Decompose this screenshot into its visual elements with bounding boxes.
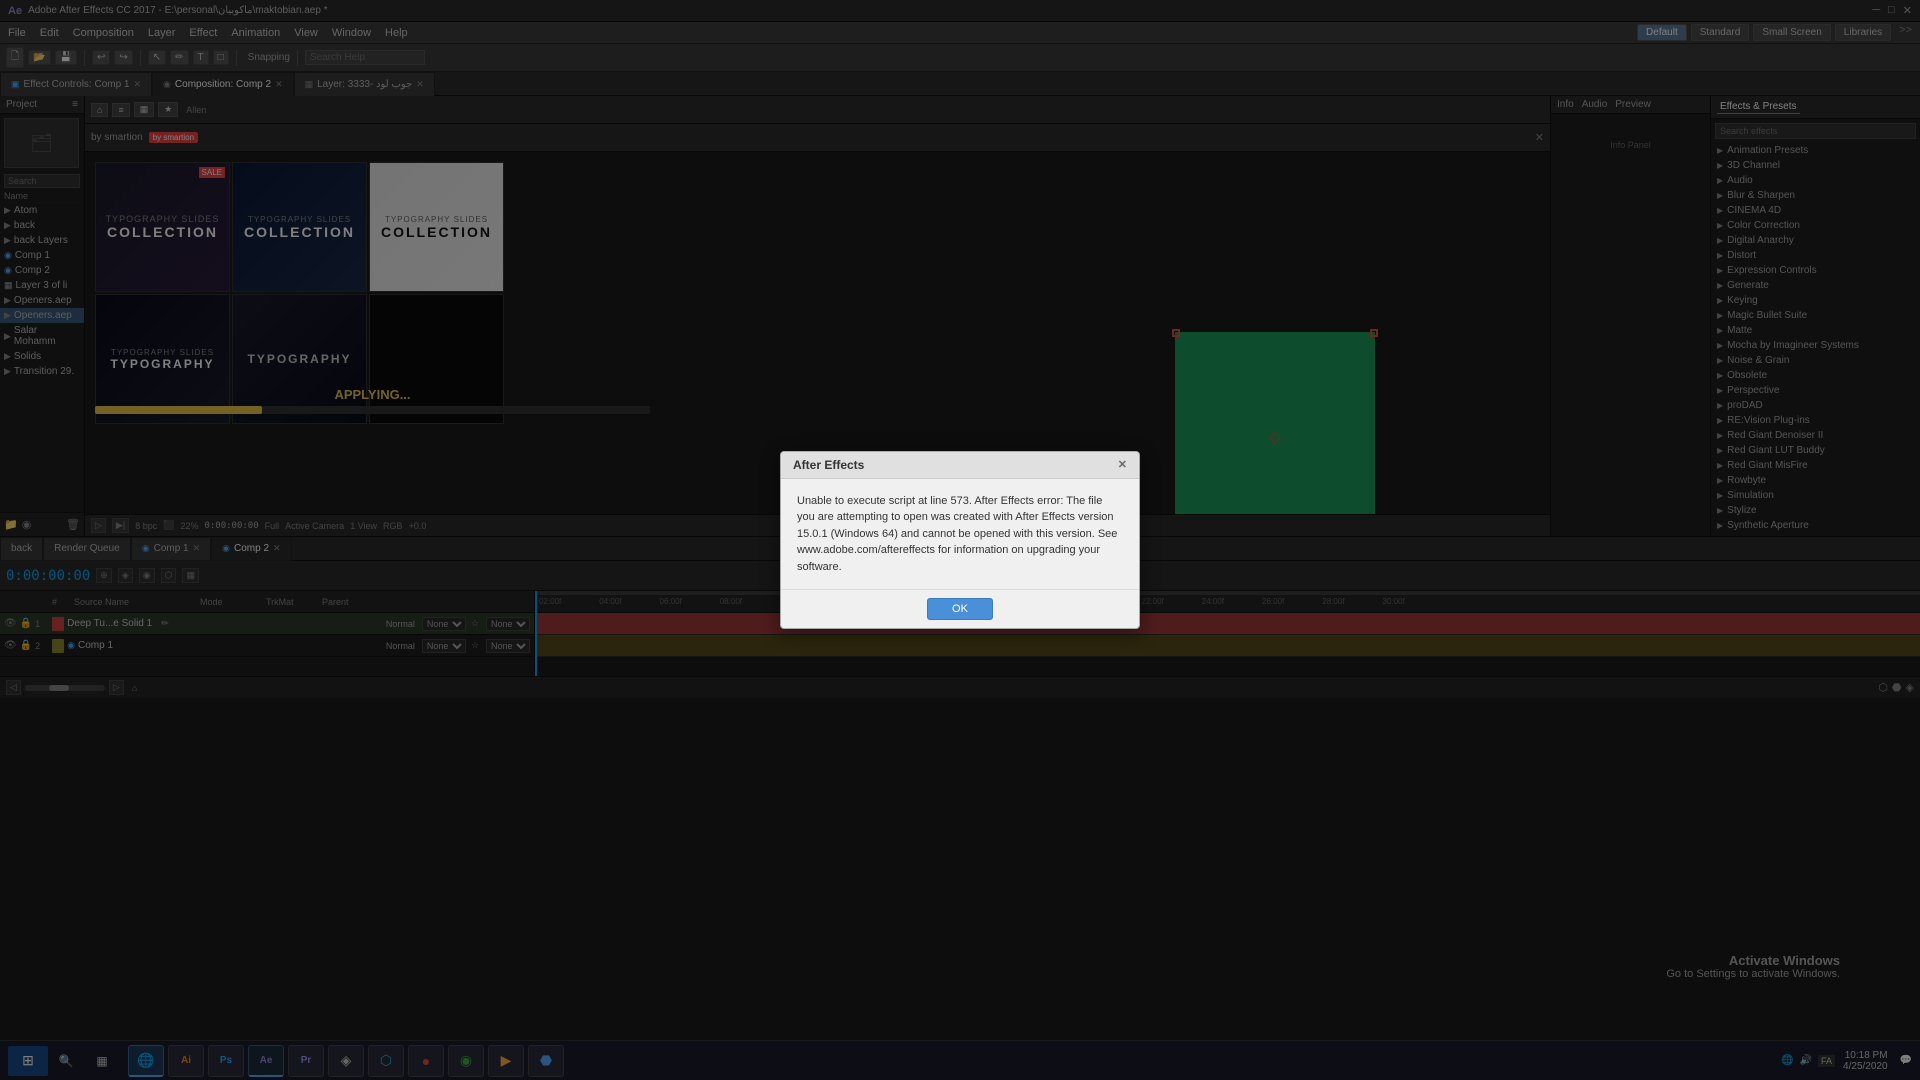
dialog-overlay[interactable]: After Effects ✕ Unable to execute script…	[0, 0, 1920, 1080]
error-dialog: After Effects ✕ Unable to execute script…	[780, 451, 1140, 630]
dialog-message: Unable to execute script at line 573. Af…	[797, 493, 1123, 576]
dialog-body: Unable to execute script at line 573. Af…	[781, 479, 1139, 590]
dialog-title-text: After Effects	[793, 458, 864, 472]
dialog-title-bar: After Effects ✕	[781, 452, 1139, 479]
dialog-close-btn[interactable]: ✕	[1118, 458, 1127, 471]
dialog-ok-button[interactable]: OK	[927, 598, 993, 620]
dialog-footer: OK	[781, 589, 1139, 628]
